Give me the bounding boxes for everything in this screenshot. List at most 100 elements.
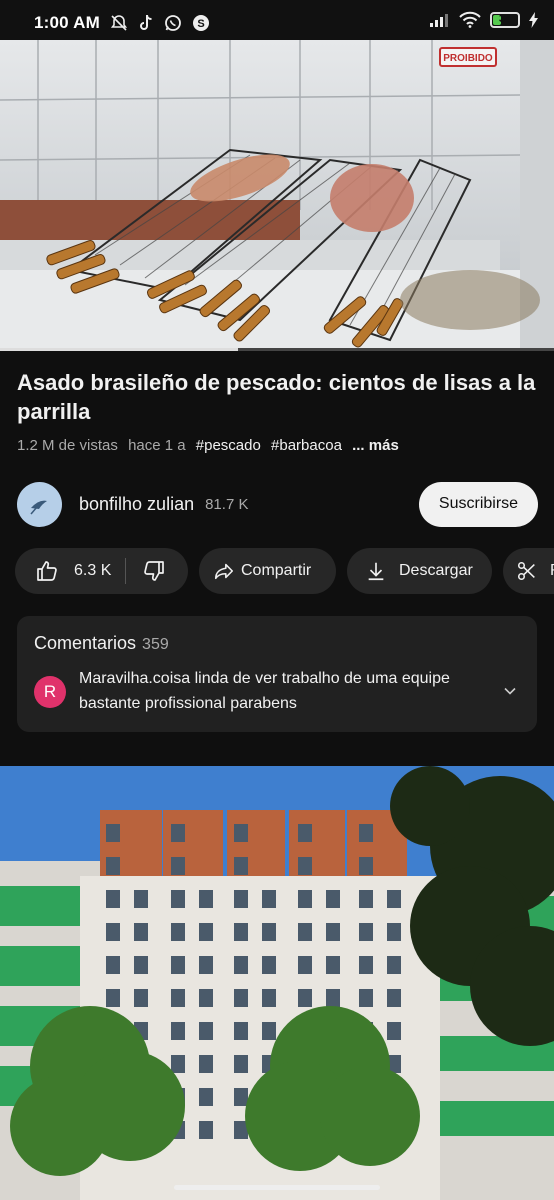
hashtag-barbacoa[interactable]: #barbacoa	[271, 437, 342, 454]
battery-icon: 34	[490, 11, 520, 28]
next-video-thumbnail[interactable]	[0, 766, 554, 1200]
building-window	[134, 890, 148, 908]
commenter-avatar: R	[34, 676, 66, 708]
building-window	[359, 956, 373, 974]
channel-name[interactable]: bonfilho zulian	[79, 494, 194, 515]
skype-icon: S	[192, 15, 209, 31]
building-window	[262, 1022, 276, 1040]
building-window	[359, 857, 373, 875]
building-window	[326, 956, 340, 974]
muted-bell-icon	[110, 15, 128, 31]
comments-header: Comentarios 359	[34, 633, 169, 654]
download-icon	[368, 562, 384, 581]
view-count: 1.2 M de vistas	[17, 437, 118, 454]
building-window	[134, 989, 148, 1007]
video-progress-played	[0, 348, 239, 351]
building-window	[199, 923, 213, 941]
wifi-icon	[459, 11, 481, 28]
subscribe-button[interactable]: Suscribirse	[419, 481, 538, 527]
building-window	[171, 1022, 185, 1040]
building-window	[106, 989, 120, 1007]
building-window	[199, 890, 213, 908]
building-window	[199, 1121, 213, 1139]
comments-count: 359	[142, 636, 169, 653]
building-window	[387, 956, 401, 974]
video-progress-bar[interactable]	[0, 348, 554, 351]
building-window	[171, 890, 185, 908]
building-window	[298, 989, 312, 1007]
building-window	[387, 1022, 401, 1040]
chevron-down-icon	[504, 687, 516, 695]
building-window	[387, 989, 401, 1007]
building-window	[387, 923, 401, 941]
share-arrow-icon	[214, 563, 234, 580]
comments-card[interactable]: Comentarios 359 R Maravilha.coisa linda d…	[17, 616, 537, 732]
building-window	[234, 1055, 248, 1073]
battery-level: 34	[498, 12, 512, 25]
building-window	[106, 824, 120, 842]
like-button[interactable]: 6.3 K	[15, 548, 111, 594]
like-dislike-pill: 6.3 K	[15, 548, 188, 594]
building-window	[171, 989, 185, 1007]
building-window	[199, 989, 213, 1007]
hashtag-pescado[interactable]: #pescado	[196, 437, 261, 454]
building-window	[106, 890, 120, 908]
building-window	[359, 923, 373, 941]
dislike-button[interactable]	[126, 548, 166, 594]
building-window	[359, 890, 373, 908]
building-window	[234, 1022, 248, 1040]
building-window	[106, 857, 120, 875]
building-window	[171, 857, 185, 875]
svg-text:S: S	[197, 18, 204, 30]
building-window	[359, 824, 373, 842]
home-indicator[interactable]	[174, 1185, 380, 1190]
video-meta[interactable]: 1.2 M de vistas hace 1 a #pescado #barba…	[17, 437, 399, 454]
like-count: 6.3 K	[74, 562, 112, 579]
upload-age: hace 1 a	[128, 437, 186, 454]
building-window	[234, 1088, 248, 1106]
video-frame-grill-fish: PROIBIDO	[0, 40, 554, 350]
building-window	[134, 956, 148, 974]
next-video-building-image	[0, 766, 554, 1200]
share-label: Compartir	[241, 562, 312, 579]
building-window	[298, 857, 312, 875]
scissors-icon	[517, 561, 535, 581]
building-window	[234, 923, 248, 941]
notification-icons: S	[110, 14, 210, 32]
bird-icon	[30, 500, 47, 514]
thumbs-up-icon	[37, 561, 57, 581]
building-window	[134, 923, 148, 941]
thumbs-down-icon	[144, 561, 165, 581]
top-comment-text: Maravilha.coisa linda de ver trabalho de…	[79, 670, 450, 712]
share-button[interactable]: Compartir	[199, 548, 336, 594]
status-time: 1:00 AM	[34, 13, 100, 32]
building-window	[106, 923, 120, 941]
building-window	[298, 824, 312, 842]
building-window	[326, 989, 340, 1007]
clip-label: R	[550, 562, 554, 580]
building-window	[234, 956, 248, 974]
download-label: Descargar	[399, 562, 473, 579]
building-window	[234, 824, 248, 842]
building-window	[262, 989, 276, 1007]
building-window	[234, 857, 248, 875]
clip-button[interactable]: R	[503, 548, 554, 594]
building-window	[326, 890, 340, 908]
building-window	[171, 923, 185, 941]
building-window	[199, 1055, 213, 1073]
building-window	[234, 989, 248, 1007]
download-button[interactable]: Descargar	[347, 548, 492, 594]
video-title[interactable]: Asado brasileño de pescado: cientos de l…	[17, 368, 542, 426]
action-bar: 6.3 K Compartir Descargar R	[15, 548, 554, 594]
more-description-link[interactable]: ... más	[352, 437, 399, 454]
building-window	[262, 956, 276, 974]
video-player[interactable]: PROIBIDO	[0, 40, 554, 350]
system-icons: 34	[430, 11, 538, 28]
building-window	[106, 956, 120, 974]
video-sign-text: PROIBIDO	[443, 53, 493, 64]
building-window	[199, 1022, 213, 1040]
comments-title: Comentarios	[34, 633, 137, 653]
building-window	[326, 923, 340, 941]
channel-avatar[interactable]	[17, 481, 62, 527]
building-window	[262, 923, 276, 941]
